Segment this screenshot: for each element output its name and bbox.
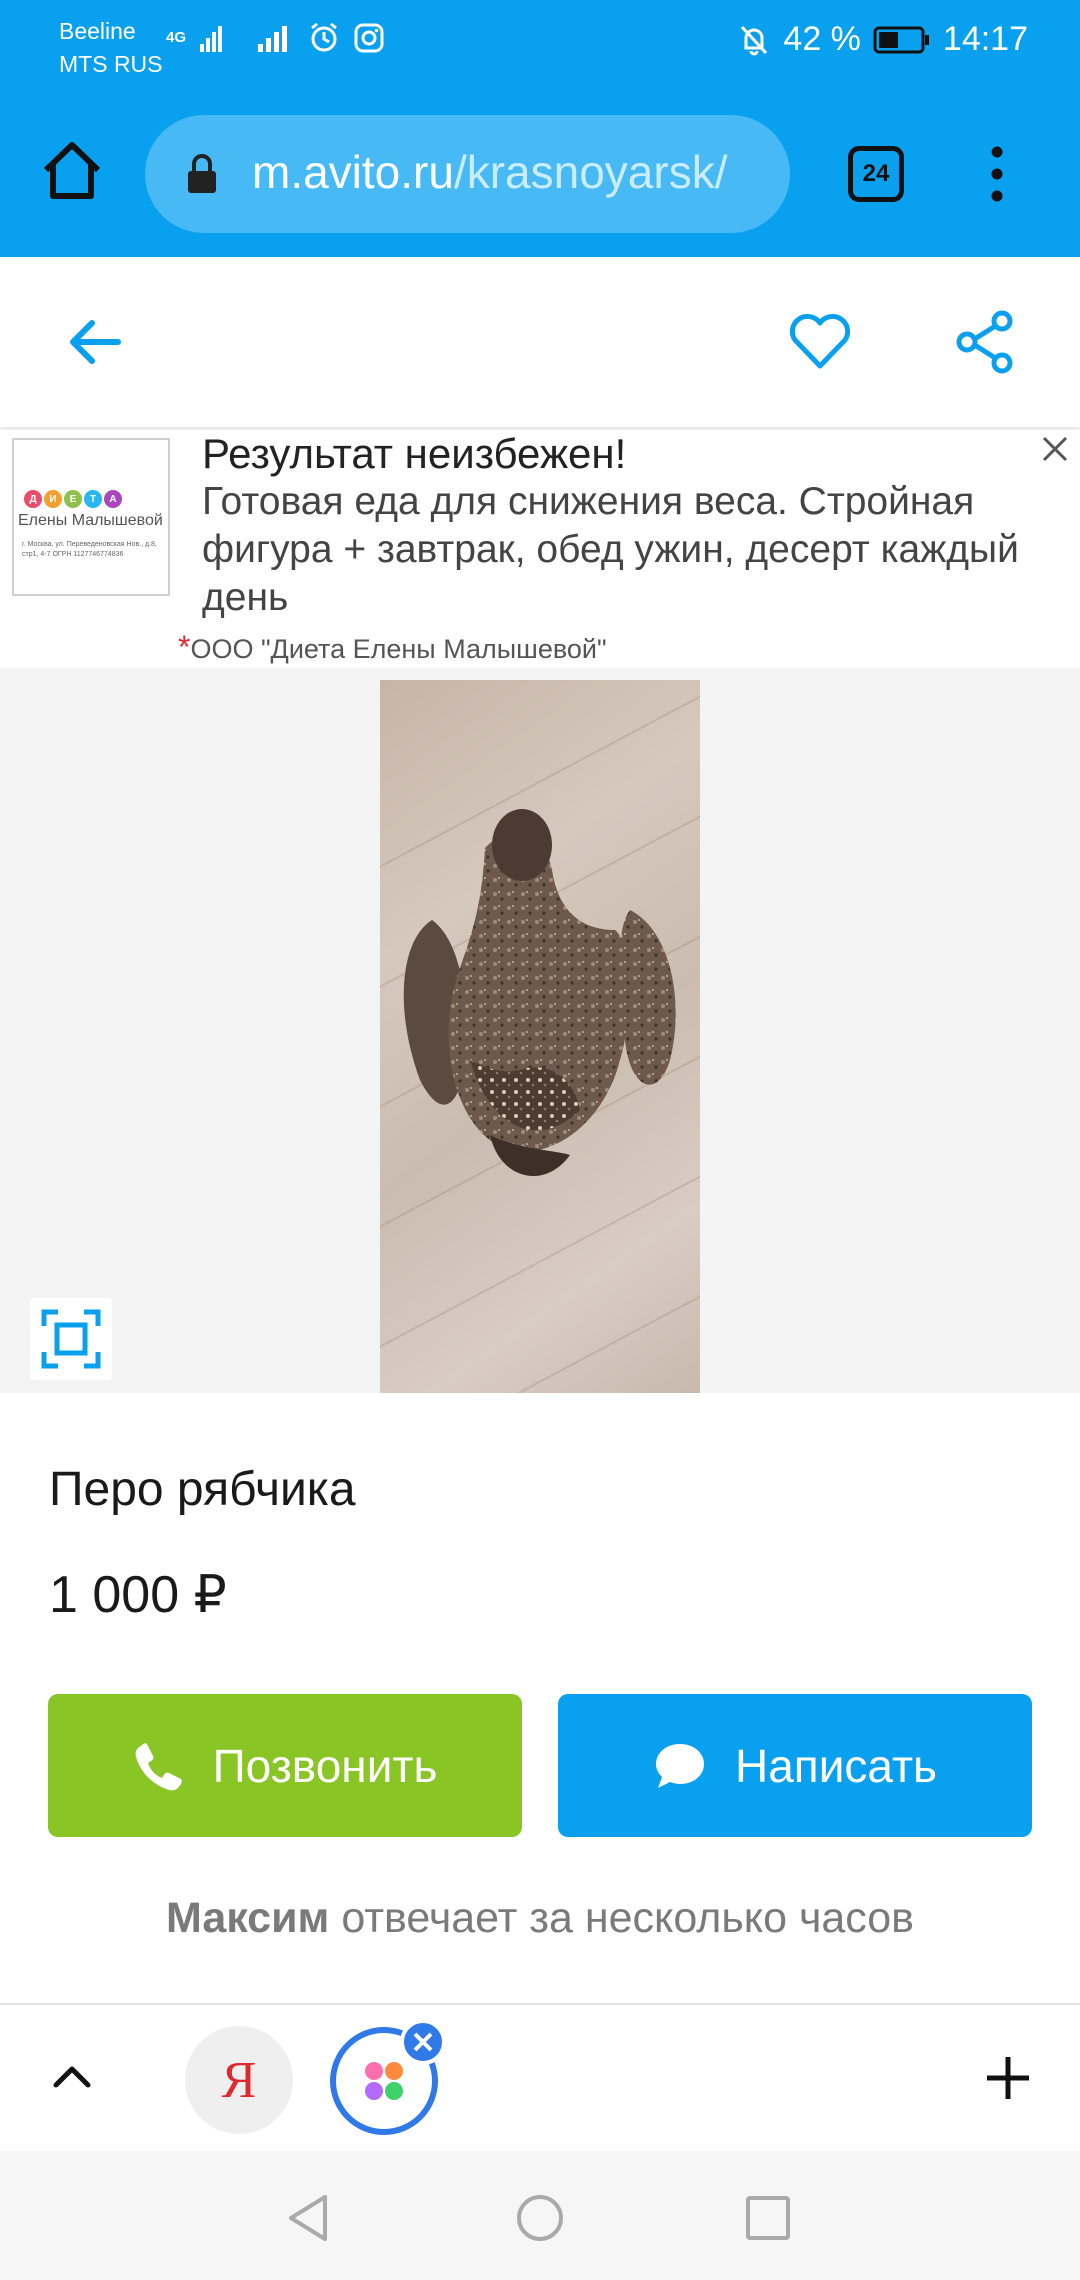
carrier-primary: Beeline — [59, 18, 136, 44]
fullscreen-icon — [41, 1309, 101, 1369]
fullscreen-button[interactable] — [30, 1298, 112, 1380]
ad-banner[interactable]: ДИЕТА Елены Малышевой г. Москва, ул. Пер… — [0, 430, 1080, 668]
system-back-button[interactable] — [285, 2193, 331, 2248]
listing-title: Перо рябчика — [49, 1463, 356, 1516]
ad-logo: ДИЕТА Елены Малышевой г. Москва, ул. Пер… — [12, 438, 170, 596]
url-path: /krasnoyarsk/ — [453, 146, 728, 198]
logo-letters: ДИЕТА — [24, 490, 122, 508]
app-header — [0, 257, 1080, 427]
close-icon — [1042, 436, 1068, 462]
advertiser-name: ООО "Диета Елены Малышевой" — [190, 634, 607, 664]
seller-info: Максим отвечает за несколько часов — [0, 1890, 1080, 1946]
logo-address: г. Москва, ул. Переведеновская Нов., д.8… — [22, 541, 157, 558]
mute-bell-icon — [741, 25, 768, 55]
yandex-button[interactable]: Я — [185, 2026, 293, 2134]
tab-count: 24 — [862, 160, 890, 187]
logo-name: Елены Малышевой — [18, 512, 163, 529]
system-home-button[interactable] — [515, 2193, 565, 2248]
home-icon — [43, 142, 101, 199]
status-right: 42 % 14:17 — [737, 20, 1028, 59]
home-button[interactable] — [38, 136, 106, 204]
ad-description: Готовая еда для снижения веса. Стройная … — [202, 480, 1019, 619]
battery-icon — [873, 26, 929, 53]
alarm-icon — [311, 22, 337, 52]
url-host: m.avito.ru — [252, 146, 454, 198]
new-tab-button[interactable] — [985, 2055, 1031, 2101]
message-button-label: Написать — [734, 1739, 937, 1792]
phone-icon — [135, 1742, 182, 1790]
favorite-button[interactable] — [785, 307, 855, 377]
alice-close-button[interactable] — [400, 2019, 446, 2065]
signal-group: 4G — [166, 22, 384, 54]
back-button[interactable] — [60, 307, 130, 377]
photo-gallery[interactable] — [0, 668, 1080, 1393]
tabs-button[interactable]: 24 — [848, 146, 904, 202]
menu-button[interactable] — [980, 144, 1014, 204]
seller-response-time: отвечает за несколько часов — [341, 1894, 915, 1942]
chevron-up-icon — [53, 2066, 91, 2088]
chat-icon — [655, 1743, 704, 1788]
back-arrow-icon — [70, 320, 121, 364]
carrier-secondary: MTS RUS — [59, 51, 163, 77]
browser-bottom-toolbar: Я — [0, 2003, 1080, 2151]
heart-icon — [789, 313, 851, 369]
call-button[interactable]: Позвонить — [48, 1694, 522, 1837]
ad-close-button[interactable] — [1040, 434, 1070, 464]
carrier-info: Beeline MTS RUS — [59, 15, 163, 81]
signal-icon — [258, 26, 288, 52]
circle-home-icon — [517, 2195, 563, 2241]
message-button[interactable]: Написать — [558, 1694, 1032, 1837]
close-icon — [413, 2032, 433, 2052]
address-bar[interactable]: m.avito.ru/krasnoyarsk/ — [145, 115, 790, 233]
expand-button[interactable] — [48, 2053, 96, 2101]
call-button-label: Позвонить — [212, 1739, 438, 1792]
yandex-logo: Я — [221, 2051, 257, 2109]
triangle-back-icon — [289, 2195, 327, 2241]
ad-title: Результат неизбежен! — [202, 430, 627, 477]
plus-icon — [987, 2057, 1029, 2099]
battery-percent: 42 % — [783, 20, 861, 58]
url-text: m.avito.ru/krasnoyarsk/ — [252, 141, 727, 203]
alice-icon — [365, 2062, 403, 2100]
grouse-image — [403, 809, 676, 1177]
network-type: 4G — [166, 29, 187, 46]
system-recents-button[interactable] — [745, 2195, 791, 2246]
clock: 14:17 — [942, 20, 1028, 58]
signal-icon — [200, 26, 223, 52]
ad-advertiser: *ООО "Диета Елены Малышевой" — [178, 630, 607, 666]
instagram-icon — [354, 23, 384, 53]
menu-icon — [991, 146, 1003, 202]
share-icon — [956, 310, 1013, 374]
status-bar: Beeline MTS RUS 4G 42 % 14:17 — [0, 0, 1080, 90]
share-button[interactable] — [950, 307, 1020, 377]
system-navigation-bar — [0, 2151, 1080, 2280]
lock-icon — [188, 154, 216, 193]
advertiser-mark: * — [178, 629, 191, 665]
seller-name[interactable]: Максим — [166, 1894, 329, 1942]
square-recents-icon — [746, 2196, 790, 2240]
browser-toolbar: m.avito.ru/krasnoyarsk/ 24 — [0, 90, 1080, 257]
listing-price: 1 000 ₽ — [49, 1566, 227, 1624]
listing-photo[interactable] — [380, 680, 700, 1393]
